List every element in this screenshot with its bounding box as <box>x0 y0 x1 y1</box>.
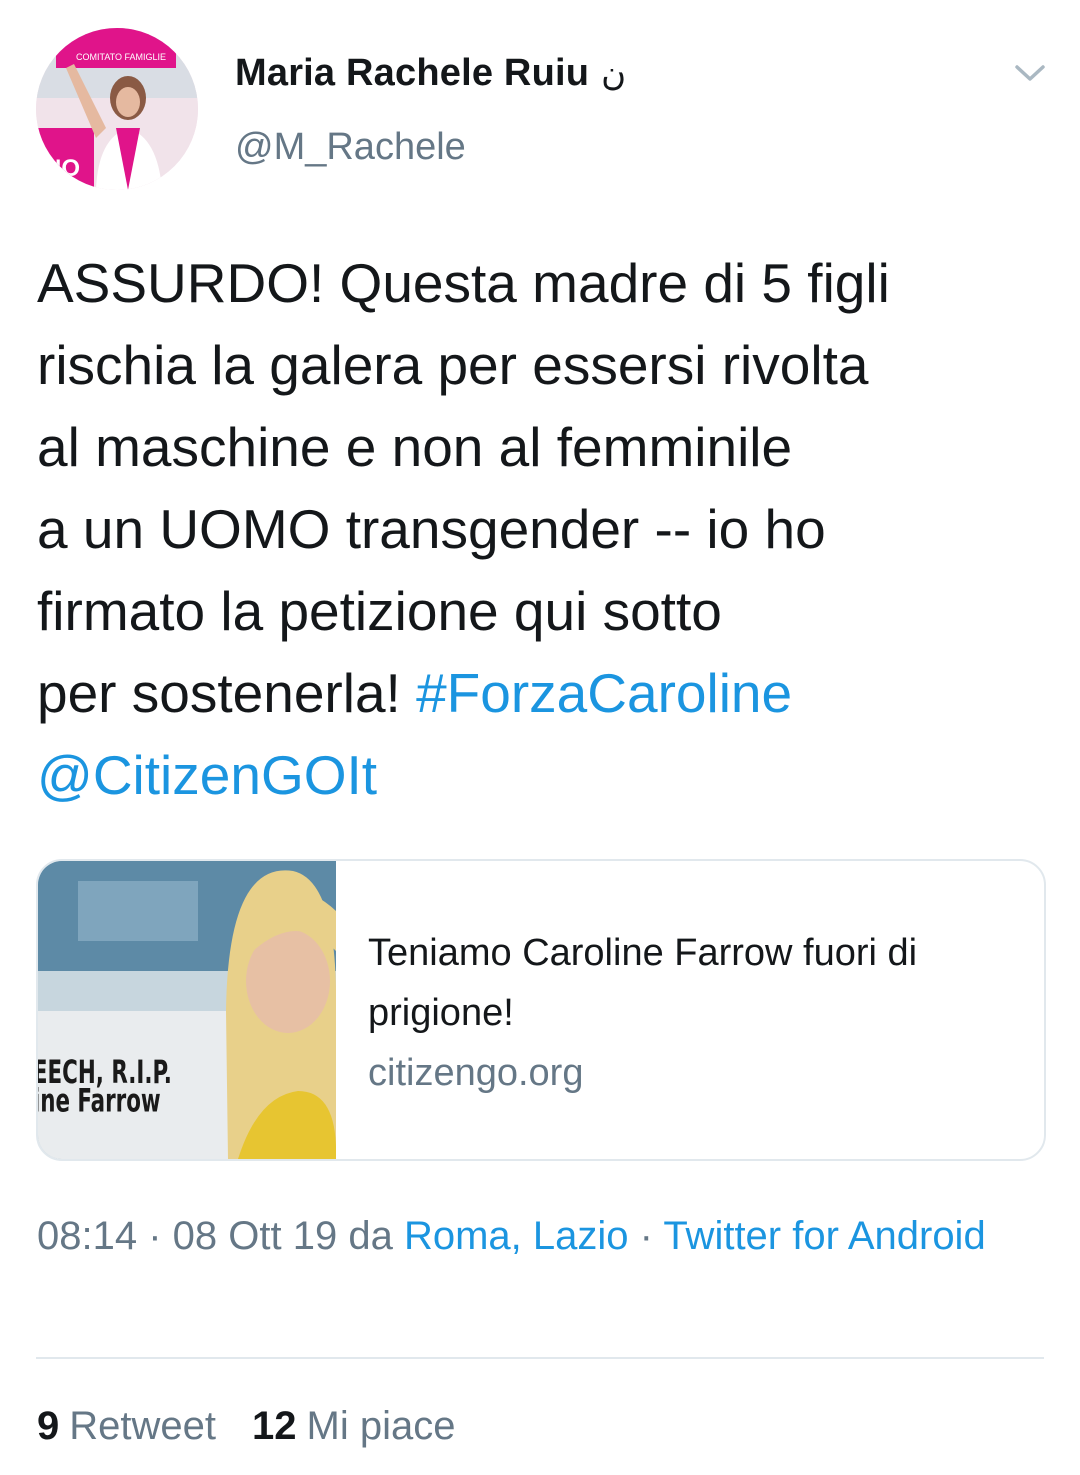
author-name-row[interactable]: Maria Rachele Ruiu ن <box>235 52 626 95</box>
avatar[interactable]: COMITATO FAMIGLIE NO <box>36 28 198 190</box>
retweets-stat[interactable]: 9 Retweet <box>37 1398 216 1454</box>
card-body: Teniamo Caroline Farrow fuori di prigion… <box>368 923 1018 1103</box>
author-display-name[interactable]: Maria Rachele Ruiu <box>235 52 589 95</box>
meta-separator: · <box>137 1214 173 1258</box>
tweet-meta: 08:14 · 08 Ott 19 da Roma, Lazio · Twitt… <box>37 1206 1037 1266</box>
meta-separator: · <box>628 1214 664 1258</box>
likes-stat[interactable]: 12 Mi piace <box>252 1398 455 1454</box>
tweet-detail: COMITATO FAMIGLIE NO Maria Rachele Ruiu … <box>0 0 1080 1475</box>
avatar-top-text: COMITATO FAMIGLIE <box>76 52 166 62</box>
card-title: Teniamo Caroline Farrow fuori di prigion… <box>368 932 918 1034</box>
author-name-symbol: ن <box>601 53 627 94</box>
avatar-badge-text: NO <box>44 155 80 182</box>
mention-link[interactable]: @CitizenGOIt <box>37 744 377 806</box>
tweet-date[interactable]: 08 Ott 19 <box>173 1214 338 1258</box>
hashtag-link[interactable]: #ForzaCaroline <box>416 662 792 724</box>
tweet-text: ASSURDO! Questa madre di 5 figli rischia… <box>37 242 1047 816</box>
divider <box>36 1357 1044 1359</box>
retweets-label: Retweet <box>69 1404 216 1448</box>
client-link[interactable]: Twitter for Android <box>663 1214 985 1258</box>
author-handle[interactable]: @M_Rachele <box>235 126 466 169</box>
card-domain: citizengo.org <box>368 1052 584 1094</box>
location-link[interactable]: Roma, Lazio <box>404 1214 629 1258</box>
card-thumbnail: EECH, R.I.P. ine Farrow <box>38 861 336 1159</box>
tweet-text-body: ASSURDO! Questa madre di 5 figli rischia… <box>37 252 890 724</box>
meta-from-word: da <box>337 1214 404 1258</box>
chevron-down-icon[interactable] <box>1010 56 1050 90</box>
link-card[interactable]: EECH, R.I.P. ine Farrow Teniamo Caroline… <box>36 859 1046 1161</box>
tweet-time[interactable]: 08:14 <box>37 1214 137 1258</box>
avatar-image: COMITATO FAMIGLIE NO <box>36 28 198 190</box>
tweet-stats: 9 Retweet 12 Mi piace <box>37 1398 455 1454</box>
likes-label: Mi piace <box>306 1404 456 1448</box>
thumb-caption-line2: ine Farrow <box>38 1082 161 1120</box>
likes-count: 12 <box>252 1404 297 1448</box>
retweets-count: 9 <box>37 1404 60 1448</box>
